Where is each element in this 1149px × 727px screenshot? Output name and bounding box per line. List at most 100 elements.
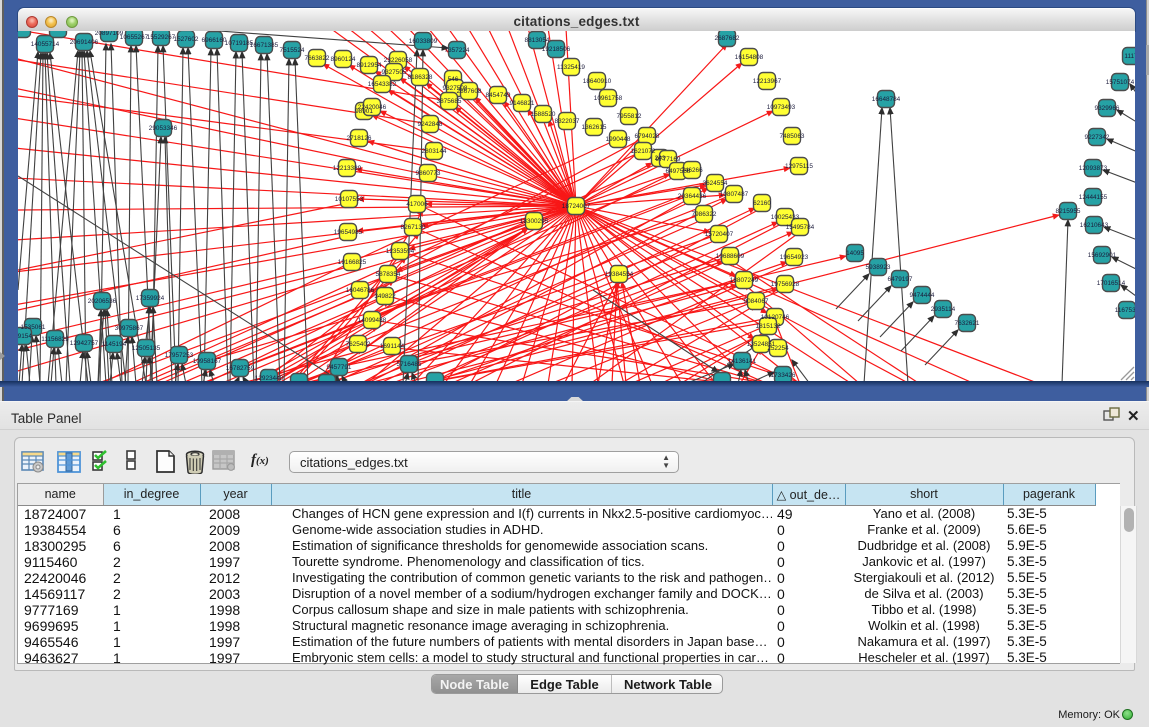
- svg-text:16671385: 16671385: [250, 42, 279, 49]
- svg-text:2935114: 2935114: [931, 306, 956, 313]
- svg-text:417006: 417006: [406, 201, 428, 208]
- svg-text:9329966: 9329966: [1095, 105, 1120, 112]
- svg-text:6794028: 6794028: [635, 133, 660, 140]
- svg-text:19218506: 19218506: [542, 46, 571, 53]
- svg-text:546: 546: [448, 76, 459, 83]
- svg-text:2718126: 2718126: [347, 135, 372, 142]
- svg-text:12942757: 12942757: [70, 340, 99, 347]
- svg-text:9474444: 9474444: [910, 292, 935, 299]
- svg-text:7986322: 7986322: [692, 211, 717, 218]
- svg-text:252254: 252254: [767, 345, 789, 352]
- svg-text:17359924: 17359924: [136, 295, 165, 302]
- svg-text:8960124: 8960124: [331, 56, 356, 63]
- svg-text:9084067: 9084067: [744, 298, 769, 305]
- svg-text:5878354: 5878354: [376, 271, 401, 278]
- svg-text:18300295: 18300295: [520, 218, 549, 225]
- svg-text:19654985: 19654985: [334, 229, 363, 236]
- svg-text:30975867: 30975867: [115, 325, 144, 332]
- svg-text:15751074: 15751074: [1106, 79, 1135, 86]
- svg-text:3875685: 3875685: [437, 98, 462, 105]
- svg-text:7625402: 7625402: [346, 341, 371, 348]
- svg-text:10025433: 10025433: [771, 214, 800, 221]
- svg-text:1990448: 1990448: [606, 136, 631, 143]
- svg-text:16782759: 16782759: [226, 365, 255, 372]
- svg-text:1145194: 1145194: [102, 341, 127, 348]
- svg-text:10655267: 10655267: [120, 34, 149, 41]
- svg-text:12444155: 12444155: [1079, 194, 1108, 201]
- svg-text:10973493: 10973493: [767, 104, 796, 111]
- svg-text:9327505: 9327505: [382, 69, 407, 76]
- svg-text:10807487: 10807487: [720, 191, 749, 198]
- svg-text:1167534: 1167534: [1115, 307, 1135, 314]
- svg-text:10688609: 10688609: [716, 253, 745, 260]
- svg-text:7632621: 7632621: [955, 320, 980, 327]
- svg-text:1621072: 1621072: [631, 148, 656, 155]
- svg-text:19166825: 19166825: [338, 259, 367, 266]
- svg-text:16210643: 16210643: [1080, 222, 1109, 229]
- svg-text:12975115: 12975115: [785, 163, 813, 170]
- svg-text:12093873: 12093873: [1079, 165, 1108, 172]
- svg-text:1117: 1117: [1124, 53, 1135, 60]
- svg-text:2803144: 2803144: [422, 148, 447, 155]
- svg-text:10120746: 10120746: [761, 314, 790, 321]
- svg-text:8454749: 8454749: [486, 92, 511, 99]
- svg-text:10107553: 10107553: [335, 196, 364, 203]
- svg-text:14099488: 14099488: [358, 317, 387, 324]
- svg-text:5716485: 5716485: [397, 361, 422, 368]
- svg-text:746266: 746266: [681, 167, 703, 174]
- svg-text:1588520: 1588520: [531, 111, 556, 118]
- svg-text:12213967: 12213967: [753, 78, 782, 85]
- svg-text:17016514: 17016514: [1097, 280, 1126, 287]
- svg-text:7955812: 7955812: [617, 113, 642, 120]
- svg-text:9242848: 9242848: [418, 121, 443, 128]
- svg-text:6479197: 6479197: [888, 276, 913, 283]
- svg-text:29053346: 29053346: [149, 125, 178, 132]
- svg-text:8215955: 8215955: [1056, 208, 1081, 215]
- svg-text:22420046: 22420046: [358, 104, 387, 111]
- svg-text:18640910: 18640910: [583, 78, 612, 85]
- svg-text:20691406: 20691406: [70, 39, 99, 46]
- svg-text:20364436: 20364436: [678, 193, 707, 200]
- svg-text:12213389: 12213389: [333, 165, 362, 172]
- svg-text:62160: 62160: [753, 200, 771, 207]
- svg-text:39154: 39154: [18, 333, 32, 340]
- svg-text:11325419: 11325419: [557, 64, 585, 71]
- svg-text:1362615: 1362615: [582, 124, 607, 131]
- svg-text:8186328: 8186328: [408, 74, 433, 81]
- svg-text:16543382: 16543382: [368, 81, 397, 88]
- svg-text:16154808: 16154808: [735, 54, 764, 61]
- svg-text:9457791: 9457791: [327, 364, 352, 371]
- svg-text:12505135: 12505135: [132, 345, 161, 352]
- svg-text:15720407: 15720407: [705, 231, 734, 238]
- svg-text:15529267: 15529267: [147, 34, 176, 41]
- svg-text:5938923: 5938923: [866, 264, 891, 271]
- svg-text:349822: 349822: [374, 293, 396, 300]
- svg-text:1691144: 1691144: [380, 343, 405, 350]
- svg-text:3624554: 3624554: [703, 180, 728, 187]
- svg-text:7357224: 7357224: [445, 47, 470, 54]
- svg-text:7485063: 7485063: [780, 133, 805, 140]
- svg-text:1733426: 1733426: [771, 372, 796, 379]
- svg-text:9860773: 9860773: [416, 170, 441, 177]
- svg-text:14055714: 14055714: [31, 41, 60, 48]
- svg-text:17957253: 17957253: [165, 352, 194, 359]
- svg-text:16033809: 16033809: [409, 38, 438, 45]
- svg-text:10961758: 10961758: [594, 95, 623, 102]
- svg-text:16046786: 16046786: [346, 287, 375, 294]
- svg-text:8813054: 8813054: [525, 37, 550, 44]
- svg-text:9777169: 9777169: [656, 156, 681, 163]
- svg-text:19654923: 19654923: [780, 254, 809, 261]
- svg-text:2687682: 2687682: [715, 35, 740, 42]
- svg-text:9146821: 9146821: [510, 100, 535, 107]
- svg-text:19756928: 19756928: [771, 281, 800, 288]
- svg-text:6966160: 6966160: [202, 37, 227, 44]
- svg-text:18724007: 18724007: [562, 203, 591, 210]
- svg-text:9227342: 9227342: [1085, 134, 1110, 141]
- svg-text:14095: 14095: [846, 250, 864, 257]
- svg-text:1527602: 1527602: [174, 36, 199, 43]
- svg-text:11156829: 11156829: [41, 336, 69, 343]
- svg-text:20206536: 20206536: [88, 298, 117, 305]
- svg-text:15495784: 15495784: [786, 224, 815, 231]
- svg-text:10958167: 10958167: [193, 358, 222, 365]
- svg-text:8267130: 8267130: [401, 224, 426, 231]
